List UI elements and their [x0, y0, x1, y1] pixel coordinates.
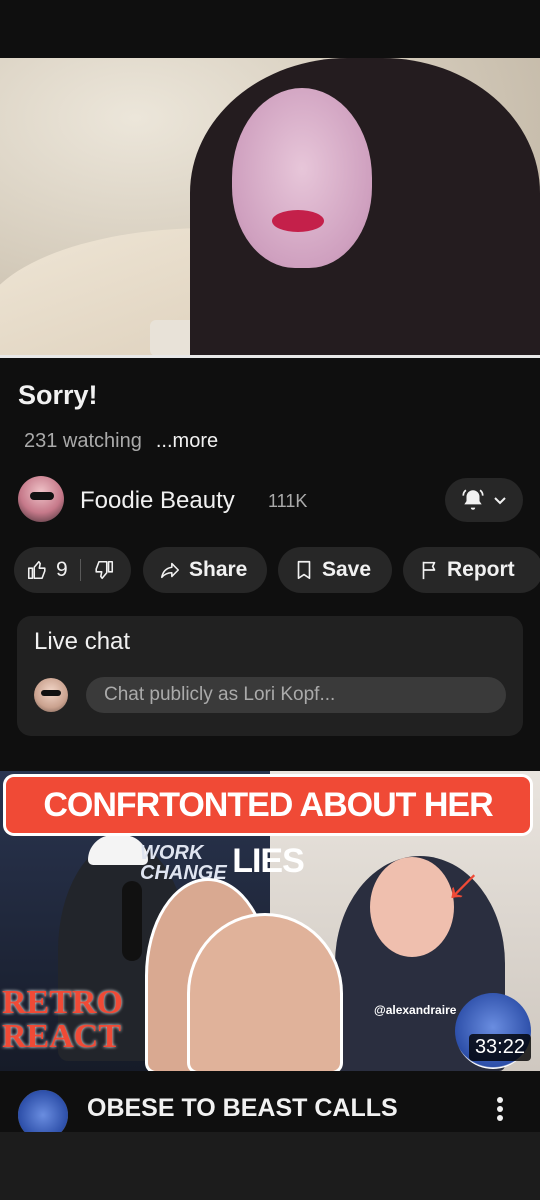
- like-dislike-group: 9: [14, 547, 131, 593]
- thumbnail-woman-face: [370, 857, 454, 957]
- save-label: Save: [322, 558, 372, 581]
- video-frame-face: [232, 88, 372, 268]
- thumbs-up-icon[interactable]: [26, 559, 48, 581]
- save-button[interactable]: Save: [278, 547, 392, 593]
- thumbnail-sign: WORK CHANGE: [140, 842, 227, 884]
- video-frame-lips: [272, 210, 324, 232]
- bookmark-icon: [294, 559, 314, 581]
- report-label: Report: [447, 558, 515, 581]
- next-video-thumbnail[interactable]: WORK CHANGE ↓ CONFRTONTED ABOUT HER LIES…: [0, 771, 540, 1071]
- thumbnail-retro-react: RETRO REACT: [2, 984, 123, 1055]
- video-progress-bar[interactable]: [0, 355, 540, 358]
- chevron-down-icon: [492, 492, 508, 508]
- thumbnail-handle: @alexandraire: [374, 1003, 457, 1017]
- channel-row: Foodie Beauty 111K: [18, 476, 523, 524]
- more-vertical-icon[interactable]: [488, 1094, 512, 1124]
- video-duration: 33:22: [468, 1034, 531, 1061]
- share-label: Share: [189, 558, 248, 581]
- like-divider: [79, 559, 81, 581]
- share-button[interactable]: Share: [143, 547, 267, 593]
- thumbnail-man-2: [190, 916, 340, 1071]
- video-title: Sorry!: [18, 380, 98, 410]
- share-icon: [159, 559, 181, 581]
- action-bar: 9 Share Save Report: [14, 547, 540, 593]
- video-player[interactable]: [0, 58, 540, 358]
- thumbnail-mic: [122, 881, 142, 961]
- watching-count: 231 watching: [24, 430, 142, 452]
- chat-input[interactable]: Chat publicly as Lori Kopf...: [86, 677, 506, 713]
- user-avatar: [34, 678, 68, 712]
- notification-bell-button[interactable]: [445, 478, 523, 522]
- bottom-navigation-area: [0, 1132, 540, 1200]
- channel-avatar[interactable]: [18, 476, 64, 522]
- thumbnail-banner-text: CONFRTONTED ABOUT HER LIES: [43, 786, 493, 880]
- live-chat-title: Live chat: [34, 628, 131, 655]
- channel-name[interactable]: Foodie Beauty: [80, 487, 235, 515]
- next-video-info[interactable]: OBESE TO BEAST CALLS: [0, 1072, 540, 1140]
- live-chat-panel[interactable]: Live chat Chat publicly as Lori Kopf...: [17, 616, 523, 736]
- thumbs-down-icon[interactable]: [93, 559, 115, 581]
- subscriber-count: 111K: [268, 491, 308, 511]
- flag-icon: [419, 559, 439, 581]
- next-video-title[interactable]: OBESE TO BEAST CALLS: [87, 1094, 398, 1123]
- more-link[interactable]: ...more: [156, 430, 218, 452]
- like-count: 9: [56, 558, 68, 581]
- status-bar: [0, 0, 540, 58]
- report-button[interactable]: Report: [403, 547, 540, 593]
- video-meta: 231 watching ...more: [24, 430, 218, 453]
- bell-ring-icon: [460, 487, 486, 513]
